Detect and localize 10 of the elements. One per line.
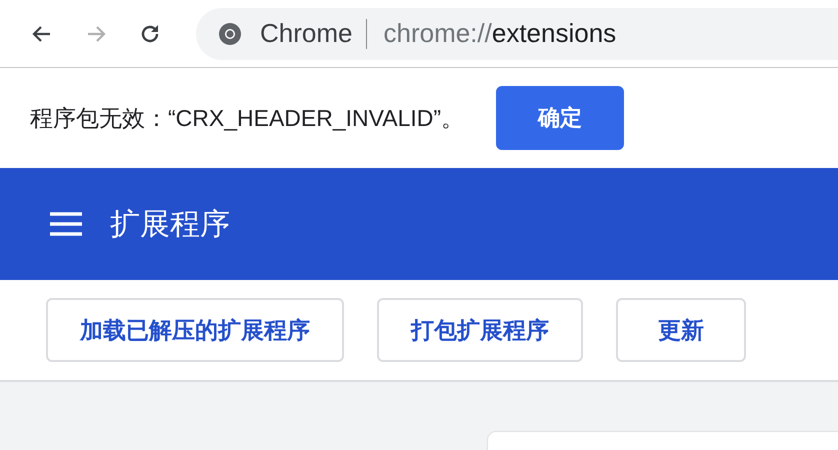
action-button[interactable]: 加载已解压的扩展程序 <box>46 298 344 362</box>
site-label: Chrome <box>260 18 352 49</box>
error-message: 程序包无效：“CRX_HEADER_INVALID”。 <box>30 104 464 132</box>
menu-icon[interactable] <box>50 212 82 236</box>
ok-button[interactable]: 确定 <box>496 86 624 150</box>
url-text: chrome://extensions <box>383 18 616 49</box>
address-bar[interactable]: Chrome chrome://extensions <box>196 8 838 60</box>
chrome-logo-icon <box>218 22 242 46</box>
action-button[interactable]: 打包扩展程序 <box>377 298 583 362</box>
page-title: 扩展程序 <box>110 206 230 242</box>
